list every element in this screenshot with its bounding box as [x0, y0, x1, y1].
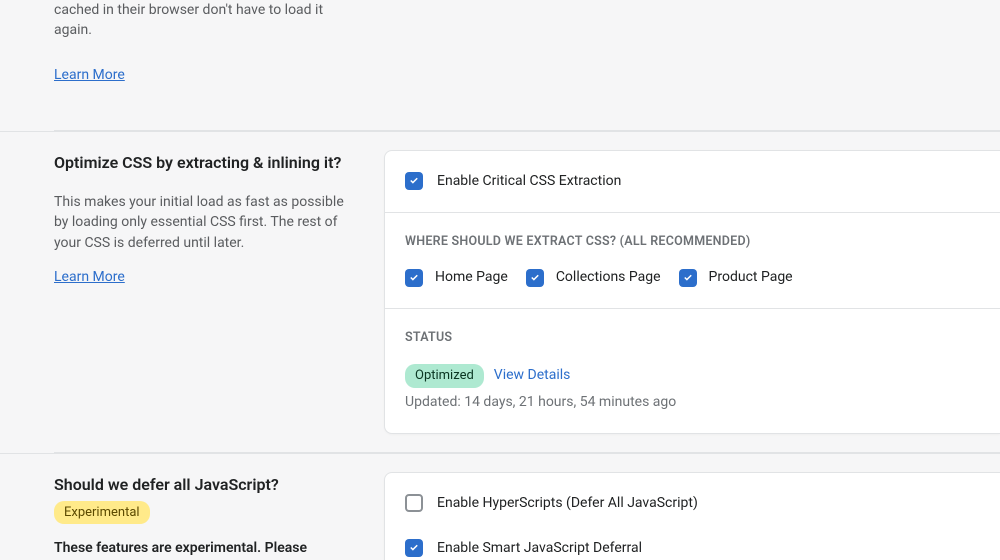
checkbox-product-page[interactable] [679, 269, 697, 287]
status-badge: Optimized [405, 364, 484, 388]
css-section-title: Optimize CSS by extracting & inlining it… [54, 152, 354, 174]
prev-section-fragment: cached in their browser don't have to lo… [0, 0, 1000, 106]
collections-page-label: Collections Page [556, 267, 661, 288]
css-section-card: Enable Critical CSS Extraction WHERE SHO… [384, 150, 1000, 434]
prev-section-desc-tail: cached in their browser don't have to lo… [54, 0, 354, 41]
checkbox-home-page[interactable] [405, 269, 423, 287]
checkbox-enable-critical-css[interactable] [405, 172, 423, 190]
checkbox-enable-smart-deferral[interactable] [405, 539, 423, 557]
home-page-label: Home Page [435, 267, 508, 288]
option-product-page[interactable]: Product Page [679, 267, 793, 288]
check-icon [408, 272, 420, 284]
check-icon [408, 175, 420, 187]
enable-critical-css-label: Enable Critical CSS Extraction [437, 171, 621, 192]
learn-more-link-prev[interactable]: Learn More [54, 67, 125, 83]
css-section-desc: This makes your initial load as fast as … [54, 192, 354, 253]
extract-where-options: Home Page Collections Page Product Page [405, 267, 980, 288]
status-heading: STATUS [405, 329, 980, 348]
enable-hyperscripts-row[interactable]: Enable HyperScripts (Defer All JavaScrip… [405, 493, 980, 514]
option-collections-page[interactable]: Collections Page [526, 267, 661, 288]
js-defer-section: Should we defer all JavaScript? Experime… [0, 453, 1000, 560]
js-section-title: Should we defer all JavaScript? [54, 474, 354, 496]
extract-where-heading: WHERE SHOULD WE EXTRACT CSS? (ALL RECOMM… [405, 233, 980, 252]
status-updated-text: Updated: 14 days, 21 hours, 54 minutes a… [405, 392, 980, 413]
option-home-page[interactable]: Home Page [405, 267, 508, 288]
js-section-card: Enable HyperScripts (Defer All JavaScrip… [384, 472, 1000, 560]
checkbox-collections-page[interactable] [526, 269, 544, 287]
js-section-desc: These features are experimental. Please … [54, 538, 354, 560]
check-icon [682, 272, 694, 284]
check-icon [408, 542, 420, 554]
experimental-badge: Experimental [54, 501, 150, 525]
enable-hyperscripts-label: Enable HyperScripts (Defer All JavaScrip… [437, 493, 698, 514]
enable-smart-deferral-row[interactable]: Enable Smart JavaScript Deferral [405, 538, 980, 559]
learn-more-link-css[interactable]: Learn More [54, 269, 125, 285]
view-details-link[interactable]: View Details [494, 365, 571, 386]
checkbox-enable-hyperscripts[interactable] [405, 494, 423, 512]
css-optimization-section: Optimize CSS by extracting & inlining it… [0, 131, 1000, 452]
enable-critical-css-row[interactable]: Enable Critical CSS Extraction [405, 171, 980, 192]
check-icon [529, 272, 541, 284]
product-page-label: Product Page [709, 267, 793, 288]
enable-smart-deferral-label: Enable Smart JavaScript Deferral [437, 538, 642, 559]
